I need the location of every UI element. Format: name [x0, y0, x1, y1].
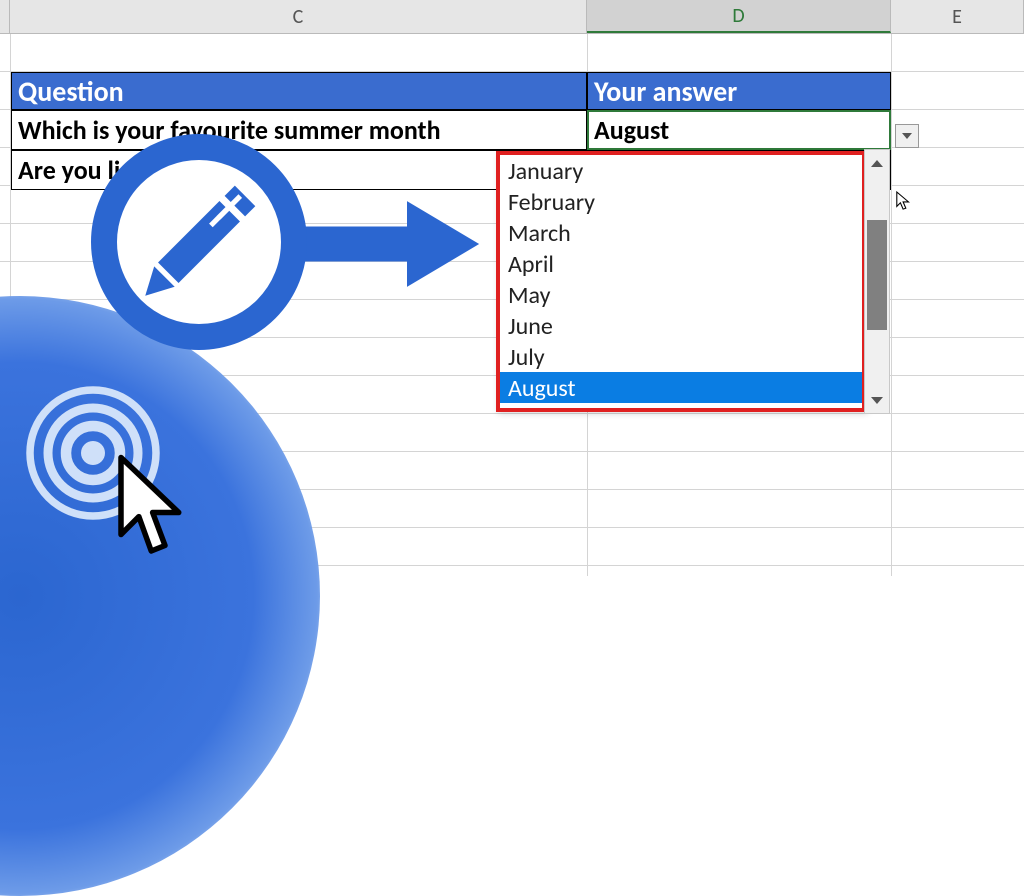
table-header-answer[interactable]: Your answer [587, 72, 891, 110]
dropdown-item-april[interactable]: April [500, 248, 862, 279]
scroll-down-button[interactable] [865, 387, 889, 413]
column-headers-row: C D E [0, 0, 1024, 34]
mouse-cursor-icon [895, 190, 913, 212]
cursor-icon [106, 452, 191, 562]
column-header-c[interactable]: C [10, 0, 587, 33]
dropdown-scrollbar[interactable] [864, 149, 890, 414]
dropdown-item-august[interactable]: August [500, 372, 862, 403]
table-header-question[interactable]: Question [11, 72, 587, 110]
dropdown-list[interactable]: January February March April May June Ju… [496, 151, 866, 412]
dropdown-item-june[interactable]: June [500, 310, 862, 341]
pencil-icon [135, 178, 263, 306]
edit-pencil-badge [91, 134, 307, 350]
dropdown-item-january[interactable]: January [500, 155, 862, 186]
column-header-e[interactable]: E [891, 0, 1024, 33]
dropdown-item-july[interactable]: July [500, 341, 862, 372]
arrow-right-icon [290, 194, 485, 294]
dropdown-item-may[interactable]: May [500, 279, 862, 310]
scroll-thumb[interactable] [867, 220, 887, 330]
column-header-b[interactable] [0, 0, 10, 33]
dropdown-toggle-button[interactable] [895, 124, 919, 148]
answer-cell-1[interactable]: August [587, 110, 891, 150]
dropdown-item-march[interactable]: March [500, 217, 862, 248]
scroll-up-button[interactable] [865, 150, 889, 176]
dropdown-item-february[interactable]: February [500, 186, 862, 217]
column-header-d[interactable]: D [587, 0, 891, 33]
